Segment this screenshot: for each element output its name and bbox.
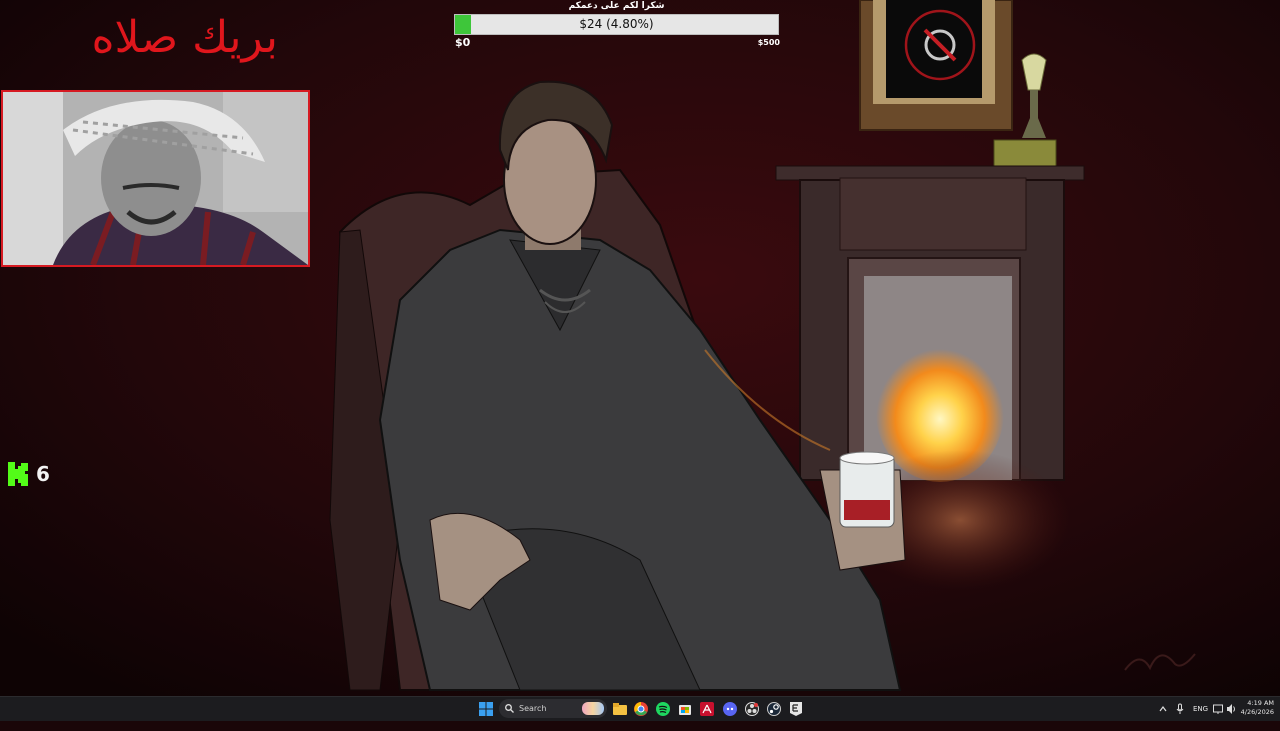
donation-goal-max: $500 xyxy=(757,38,780,47)
obs-icon[interactable] xyxy=(742,699,762,719)
clock-time: 4:19 AM xyxy=(1247,699,1274,707)
donation-goal-progress: $24 (4.80%) xyxy=(579,17,654,31)
file-explorer-icon[interactable] xyxy=(610,699,630,719)
search-highlight-icon xyxy=(582,702,604,715)
donation-goal-title: شكرا لكم على دعمكم xyxy=(568,1,665,11)
donation-goal-bar: $24 (4.80%) xyxy=(454,14,779,35)
search-placeholder: Search xyxy=(519,704,547,713)
stream-scene: بريك صلاه شكرا لكم على دعمكم $24 (4.80%)… xyxy=(0,0,1280,696)
store-icon[interactable] xyxy=(675,699,695,719)
artist-signature xyxy=(1124,653,1196,671)
kick-logo-icon xyxy=(8,462,28,486)
discord-icon[interactable] xyxy=(720,699,740,719)
tray-overflow-icon[interactable] xyxy=(1159,697,1167,721)
windows-logo-icon xyxy=(479,702,493,716)
search-icon xyxy=(505,704,514,713)
acrobat-icon[interactable] xyxy=(697,699,717,719)
windows-start-icon[interactable] xyxy=(476,699,496,719)
volume-icon[interactable] xyxy=(1226,697,1236,721)
chrome-icon[interactable] xyxy=(631,699,651,719)
steam-icon[interactable] xyxy=(764,699,784,719)
microphone-icon[interactable] xyxy=(1176,697,1184,721)
break-title: بريك صلاه xyxy=(91,12,278,63)
webcam-image xyxy=(3,92,308,265)
taskbar-clock[interactable]: 4:19 AM 4/26/2026 xyxy=(1238,699,1274,719)
epic-games-icon[interactable] xyxy=(786,699,806,719)
clock-date: 4/26/2026 xyxy=(1240,708,1274,716)
donation-goal-min: $0 xyxy=(455,36,471,49)
language-indicator[interactable]: ENG xyxy=(1193,697,1208,721)
network-icon[interactable] xyxy=(1213,697,1223,721)
taskbar: Search ENG 4:19 AM 4/26/2026 xyxy=(0,696,1280,721)
spotify-icon[interactable] xyxy=(653,699,673,719)
webcam-feed xyxy=(1,90,310,267)
wall-frame xyxy=(859,0,1013,131)
kick-viewer-count: 6 xyxy=(36,462,50,486)
taskbar-search[interactable]: Search xyxy=(499,699,607,718)
